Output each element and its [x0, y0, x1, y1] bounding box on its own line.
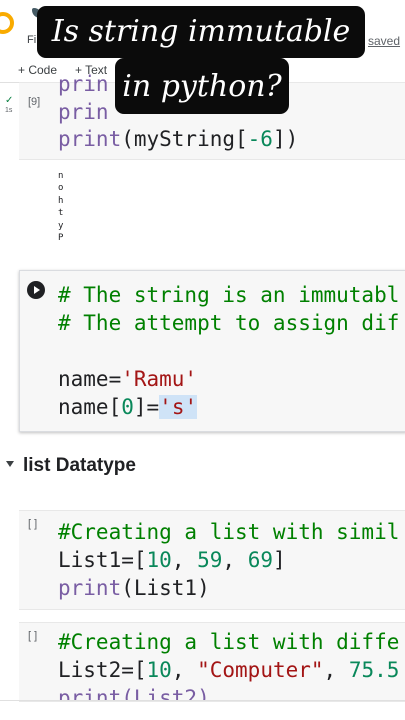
code-line[interactable]: List1=[10, 59, 69]: [58, 548, 286, 572]
code-line[interactable]: # The attempt to assign dif: [58, 311, 399, 335]
exec-count: [ ]: [28, 630, 38, 642]
code-line[interactable]: print(List2): [58, 686, 210, 700]
add-code-button[interactable]: + Code: [18, 63, 57, 77]
exec-count: [ ]: [28, 518, 38, 530]
output-char: o: [58, 183, 64, 194]
save-status-link[interactable]: saved: [368, 34, 400, 48]
output-char: t: [58, 208, 64, 219]
output-char: P: [58, 232, 64, 243]
code-line: prin: [58, 72, 109, 96]
output-char: h: [58, 195, 64, 206]
exec-time: 1s: [5, 107, 13, 114]
code-line: prin: [58, 100, 109, 124]
code-line[interactable]: List2=[10, "Computer", 75.5: [58, 658, 399, 682]
cell-output: n o h t y P: [58, 170, 63, 244]
title-banner-line1: Is string immutable: [37, 6, 365, 58]
code-line[interactable]: #Creating a list with simil: [58, 520, 399, 544]
exec-count: [9]: [28, 96, 41, 108]
check-icon: ✓: [5, 95, 14, 106]
title-banner-line2: in python?: [115, 58, 289, 114]
output-char: y: [58, 220, 64, 231]
code-line: print(myString[-6]): [58, 127, 299, 151]
output-char: n: [58, 171, 64, 181]
run-cell-icon[interactable]: [27, 281, 45, 299]
code-line[interactable]: name[0]='s': [58, 395, 198, 419]
text-cursor-selection: 's': [159, 395, 198, 419]
code-line[interactable]: name='Ramu': [58, 367, 197, 391]
code-line[interactable]: print(List1): [58, 576, 210, 600]
code-line[interactable]: # The string is an immutabl: [58, 283, 399, 307]
collapse-caret-icon[interactable]: [6, 460, 14, 467]
section-title: list Datatype: [23, 455, 136, 476]
colab-logo-icon[interactable]: [0, 12, 14, 34]
divider: [0, 700, 405, 701]
code-line[interactable]: #Creating a list with diffe: [58, 630, 399, 654]
clipped-line-wrap: print(List2): [0, 686, 405, 700]
section-header[interactable]: list Datatype: [6, 455, 136, 477]
file-menu[interactable]: Fi: [27, 34, 36, 46]
